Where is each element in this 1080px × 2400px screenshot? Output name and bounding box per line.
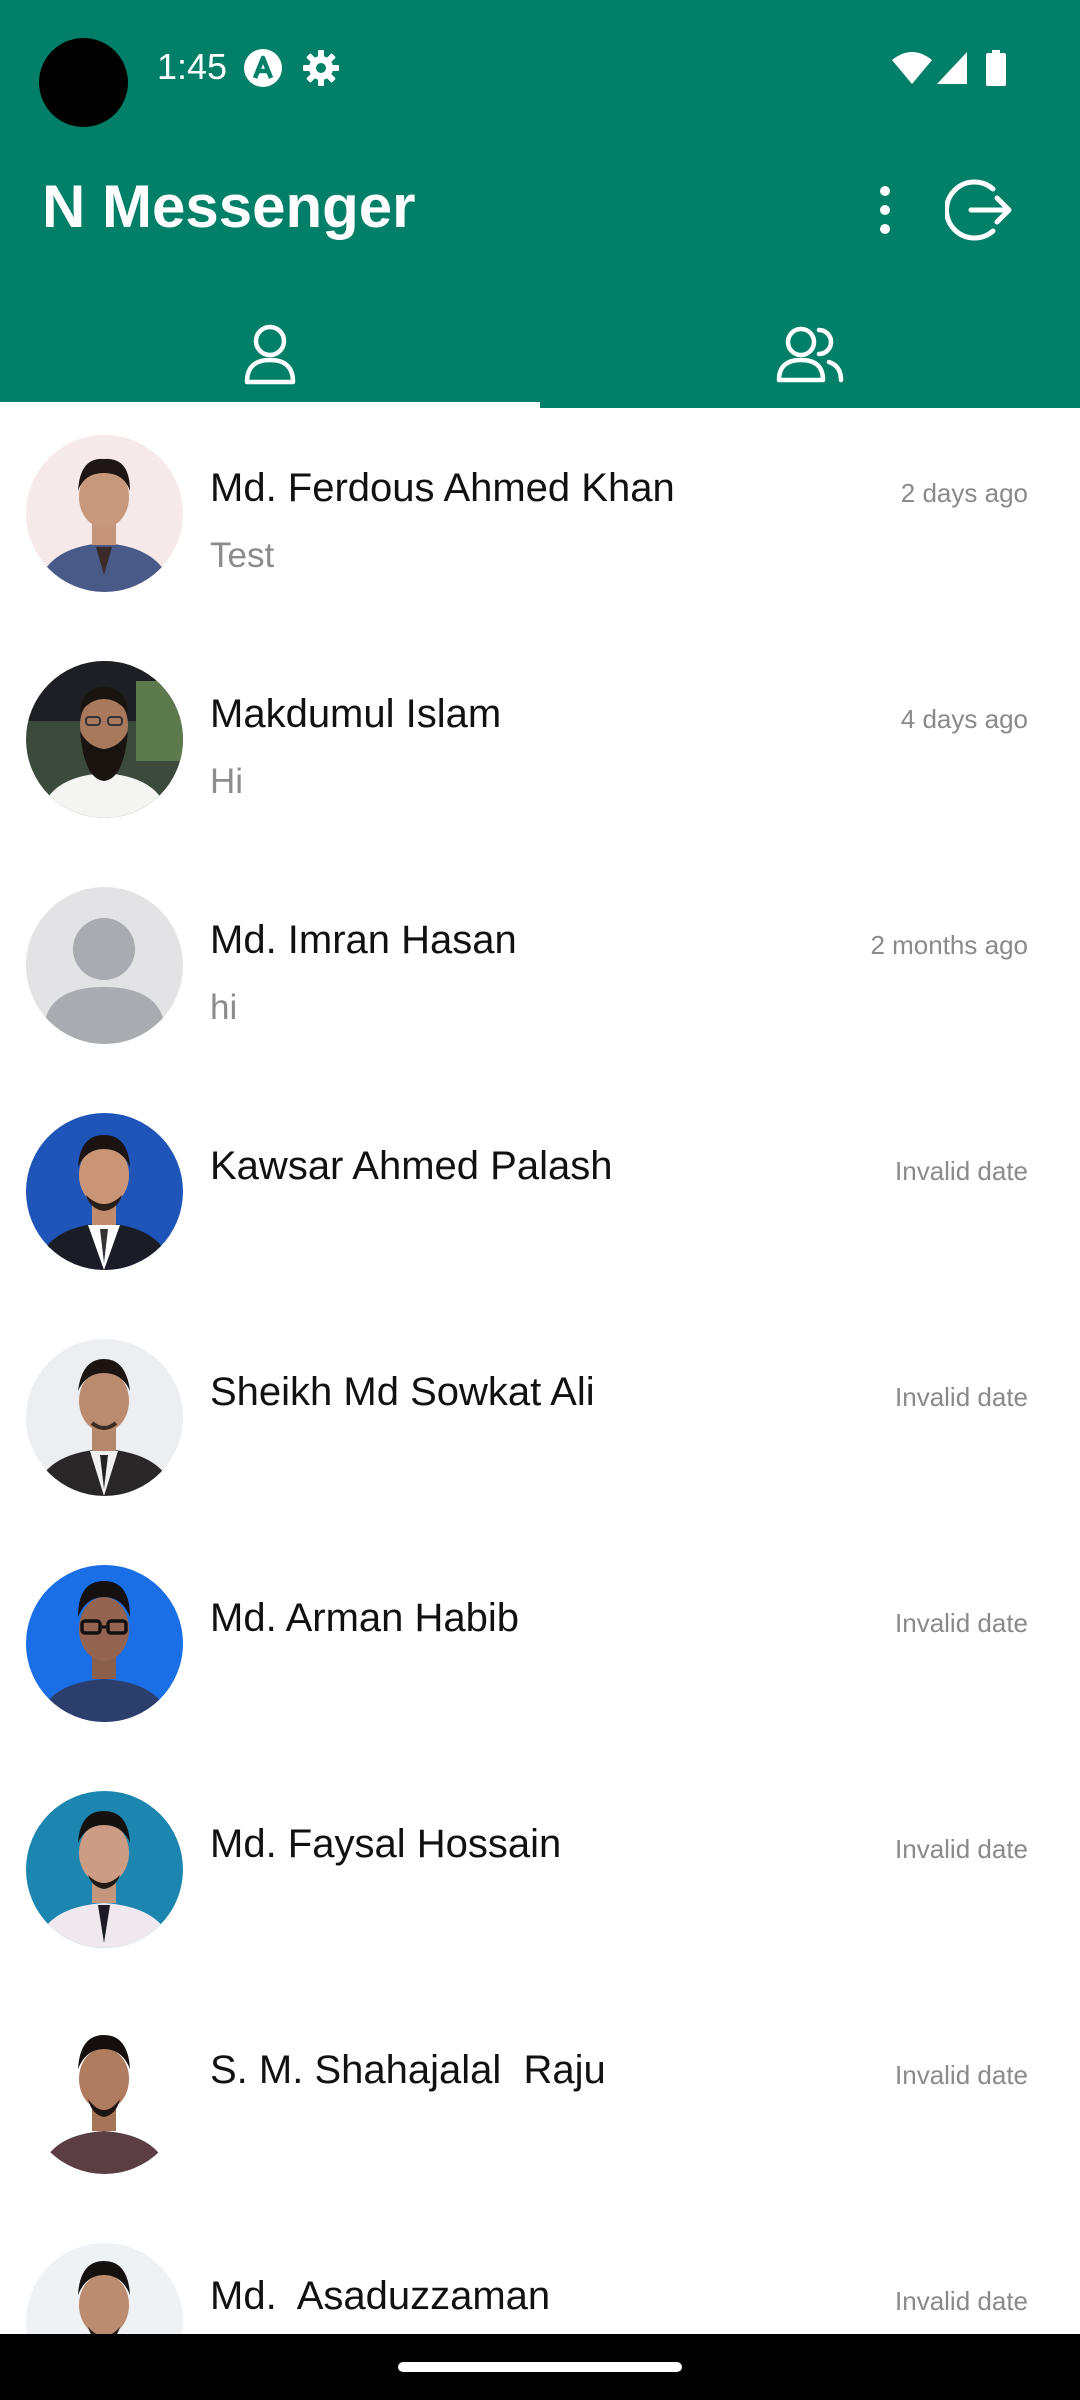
camera-cutout [39, 38, 128, 127]
person-icon [244, 324, 296, 385]
logout-icon[interactable] [945, 175, 1015, 245]
app-title: N Messenger [42, 173, 416, 240]
tab-bar [0, 300, 1080, 408]
message-time: 2 months ago [870, 930, 1028, 960]
conversation-item[interactable]: Md. Imran Hasan hi 2 months ago [0, 860, 1080, 1086]
home-gesture-handle[interactable] [398, 2362, 682, 2372]
status-bar: 1:45 [0, 0, 1080, 136]
message-time: 2 days ago [900, 478, 1028, 508]
status-time: 1:45 [157, 46, 228, 87]
contact-name: Md. Arman Habib [210, 1596, 520, 1640]
app-a-icon [244, 49, 282, 87]
contact-name: Sheikh Md Sowkat Ali [210, 1370, 595, 1414]
contact-name: Makdumul Islam [210, 692, 502, 736]
avatar [26, 1565, 183, 1722]
tab-chats[interactable] [0, 300, 540, 408]
conversation-item[interactable]: Kawsar Ahmed Palash Invalid date [0, 1086, 1080, 1312]
conversation-list: Md. Ferdous Ahmed Khan Test 2 days ago M… [0, 408, 1080, 2334]
settings-gear-icon [303, 50, 339, 86]
message-time: Invalid date [895, 2286, 1028, 2316]
conversation-item[interactable]: Md. Asaduzzaman Invalid date [0, 2216, 1080, 2334]
conversation-item[interactable]: Makdumul Islam Hi 4 days ago [0, 634, 1080, 860]
contact-name: Md. Faysal Hossain [210, 1822, 562, 1866]
last-message: hi [210, 988, 238, 1027]
message-time: Invalid date [895, 2060, 1028, 2090]
last-message: Test [210, 536, 275, 575]
avatar [26, 435, 183, 592]
battery-icon [986, 50, 1006, 86]
avatar [26, 2017, 183, 2174]
message-time: Invalid date [895, 1382, 1028, 1412]
navigation-bar [0, 2334, 1080, 2400]
contact-name: Md. Ferdous Ahmed Khan [210, 466, 675, 510]
avatar [26, 1791, 183, 1948]
message-time: 4 days ago [900, 704, 1028, 734]
app-bar: 1:45 N Messenger [0, 0, 1080, 408]
wifi-icon [892, 52, 932, 84]
message-time: Invalid date [895, 1156, 1028, 1186]
avatar [26, 2243, 183, 2334]
more-vert-icon[interactable] [860, 180, 910, 240]
avatar [26, 1339, 183, 1496]
last-message: Hi [210, 762, 244, 801]
contact-name: Md. Imran Hasan [210, 918, 517, 962]
avatar [26, 1113, 183, 1270]
conversation-item[interactable]: Md. Ferdous Ahmed Khan Test 2 days ago [0, 408, 1080, 634]
avatar-placeholder [26, 887, 183, 1044]
contact-name: S. M. Shahajalal Raju [210, 2048, 606, 2092]
signal-icon [937, 52, 967, 84]
conversation-item[interactable]: Md. Arman Habib Invalid date [0, 1538, 1080, 1764]
message-time: Invalid date [895, 1608, 1028, 1638]
conversation-item[interactable]: Sheikh Md Sowkat Ali Invalid date [0, 1312, 1080, 1538]
message-time: Invalid date [895, 1834, 1028, 1864]
avatar [26, 661, 183, 818]
conversation-item[interactable]: Md. Faysal Hossain Invalid date [0, 1764, 1080, 1990]
group-icon [776, 326, 844, 383]
tab-groups[interactable] [540, 300, 1080, 408]
conversation-item[interactable]: S. M. Shahajalal Raju Invalid date [0, 1990, 1080, 2216]
contact-name: Md. Asaduzzaman [210, 2274, 551, 2318]
contact-name: Kawsar Ahmed Palash [210, 1144, 613, 1188]
